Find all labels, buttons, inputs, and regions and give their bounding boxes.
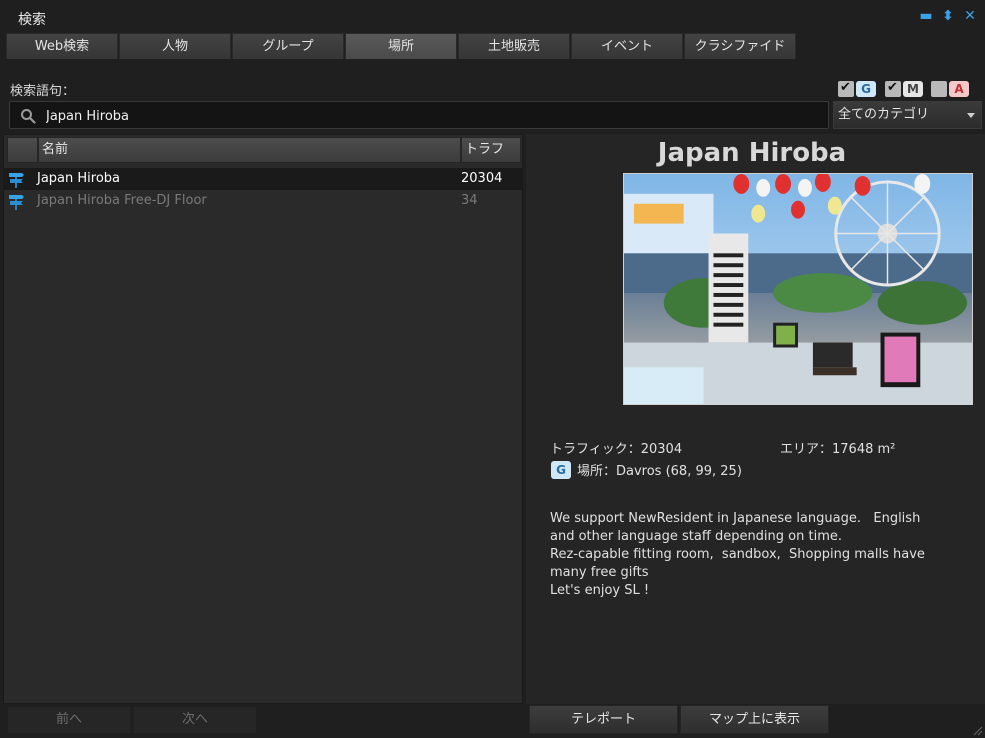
description-line: Let's enjoy SL ! [550,583,650,598]
category-selected: 全てのカテゴリ [838,107,930,122]
general-rating-badge: G [856,81,876,97]
category-dropdown[interactable]: 全てのカテゴリ [833,101,982,129]
results-list: 名前 トラフ Japan Hiroba 20304 Japan Hiroba F… [3,134,523,704]
general-rating-badge: G [551,461,571,479]
description-line: Rez-capable fitting room, sandbox, Shopp… [550,547,925,562]
traffic-info: トラフィック：20304 [550,442,683,457]
place-traffic: 34 [461,193,478,208]
tab-classifieds[interactable]: クラシファイド [684,33,796,59]
landmark-icon [9,173,24,188]
tab-bar: Web検索 人物 グループ 場所 土地販売 イベント クラシファイド [6,33,797,59]
table-row[interactable]: Japan Hiroba 20304 [4,168,522,190]
place-detail-panel: Japan Hiroba トラフィック：20304 エリア：17648 m² G… [526,134,985,704]
minimize-icon[interactable]: ▬ [919,8,933,24]
show-on-map-button[interactable]: マップ上に表示 [680,705,829,734]
search-input[interactable] [46,106,816,126]
tab-web-search[interactable]: Web検索 [6,33,118,59]
table-row[interactable]: Japan Hiroba Free-DJ Floor 34 [4,190,522,212]
tab-groups[interactable]: グループ [232,33,344,59]
search-box[interactable] [9,101,829,129]
place-name: Japan Hiroba Free-DJ Floor [37,193,207,208]
description-line: many free gifts [550,565,649,580]
place-description: We support NewResident in Japanese langu… [550,510,960,600]
search-icon [21,109,36,124]
column-header-name[interactable]: 名前 [38,137,461,163]
teleport-button[interactable]: テレポート [529,705,678,734]
close-icon[interactable]: ✕ [963,8,977,24]
moderate-rating-badge: M [903,81,923,97]
resize-icon[interactable] [971,724,983,736]
area-info: エリア：17648 m² [780,442,896,457]
maturity-filter-moderate[interactable]: M [885,80,923,98]
place-traffic: 20304 [461,171,503,186]
place-title: Japan Hiroba [657,138,847,168]
tab-events[interactable]: イベント [571,33,683,59]
description-line: We support NewResident in Japanese langu… [550,511,921,526]
adult-rating-badge: A [949,81,969,97]
next-page-button[interactable]: 次へ [133,706,257,734]
tab-places[interactable]: 場所 [345,33,457,59]
adult-checkbox[interactable] [931,81,947,97]
place-name: Japan Hiroba [37,171,121,186]
place-snapshot-image [623,173,973,405]
pin-icon[interactable]: ⬍ [941,8,955,24]
title-bar: 検索 ▬ ⬍ ✕ [0,0,985,32]
search-label: 検索語句： [10,84,76,99]
prev-page-button[interactable]: 前へ [7,706,131,734]
window-controls: ▬ ⬍ ✕ [919,8,977,24]
description-line: and other language staff depending on ti… [550,529,842,544]
column-header-icon[interactable] [7,137,38,163]
tab-land-sales[interactable]: 土地販売 [458,33,570,59]
column-header-traffic[interactable]: トラフ [461,137,521,163]
chevron-down-icon [967,113,975,118]
location-info: 場所：Davros (68, 99, 25) [577,464,742,479]
landmark-icon [9,195,24,210]
window-title: 検索 [18,12,46,28]
maturity-filter-adult[interactable]: A [931,80,969,98]
maturity-filter-general[interactable]: G [838,80,876,98]
moderate-checkbox[interactable] [885,80,901,97]
tab-people[interactable]: 人物 [119,33,231,59]
general-checkbox[interactable] [838,80,854,97]
